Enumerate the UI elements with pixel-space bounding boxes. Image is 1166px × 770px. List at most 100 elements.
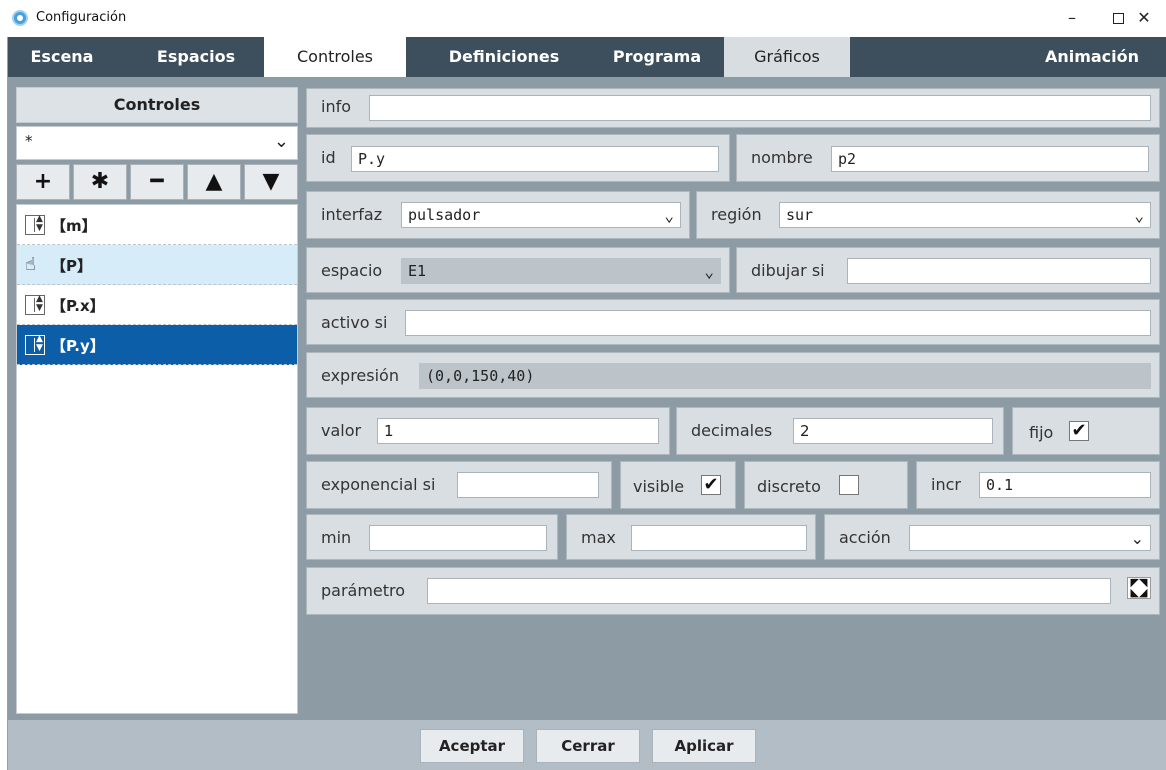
interfaz-select[interactable]: pulsador ⌄ <box>401 202 681 228</box>
list-toolbar: + ✱ ━ ▲ ▼ <box>16 164 298 200</box>
field-fijo: fijo ✔ <box>1012 407 1160 455</box>
visible-label: visible <box>633 477 685 496</box>
field-parametro: parámetro ◤◥ ◣◢ <box>306 567 1160 615</box>
chevron-down-icon: ⌄ <box>704 262 714 281</box>
dialog-footer: Aceptar Cerrar Aplicar <box>8 720 1166 770</box>
max-input[interactable] <box>631 525 807 551</box>
fijo-label: fijo <box>1029 423 1054 442</box>
activo-si-label: activo si <box>321 313 388 332</box>
list-item[interactable]: ☝ 【P】 <box>17 245 297 285</box>
duplicate-button[interactable]: ✱ <box>73 164 127 200</box>
visible-checkbox[interactable]: ✔ <box>701 475 721 495</box>
accion-label: acción <box>839 528 891 547</box>
info-input[interactable] <box>369 95 1151 121</box>
valor-input[interactable]: 1 <box>377 418 659 444</box>
info-label: info <box>321 97 352 116</box>
fijo-checkbox[interactable]: ✔ <box>1069 421 1089 441</box>
exponencial-si-label: exponencial si <box>321 475 436 494</box>
accion-select[interactable]: ⌄ <box>909 525 1151 551</box>
dibujar-si-input[interactable] <box>847 258 1151 284</box>
id-label: id <box>321 148 336 167</box>
id-input[interactable]: P.y <box>351 146 719 172</box>
filter-value: * <box>25 132 33 150</box>
field-max: max <box>566 514 816 560</box>
field-id: id P.y <box>306 134 730 182</box>
nombre-label: nombre <box>751 148 813 167</box>
tab-animacion[interactable]: Animación <box>1026 37 1158 77</box>
tab-definiciones[interactable]: Definiciones <box>424 37 584 77</box>
chevron-down-icon: ⌄ <box>273 131 289 152</box>
exponencial-si-input[interactable] <box>457 472 599 498</box>
add-button[interactable]: + <box>16 164 70 200</box>
hand-pointer-icon: ☝ <box>25 254 36 275</box>
accept-button[interactable]: Aceptar <box>420 729 524 763</box>
maximize-icon <box>1112 13 1124 24</box>
controls-header: Controles <box>16 87 298 123</box>
move-up-button[interactable]: ▲ <box>187 164 241 200</box>
incr-input[interactable]: 0.1 <box>979 472 1151 498</box>
field-dibujar-si: dibujar si <box>736 247 1160 293</box>
discreto-checkbox[interactable] <box>839 475 859 495</box>
field-exponencial-si: exponencial si <box>306 461 612 509</box>
interfaz-label: interfaz <box>321 205 383 224</box>
decimales-label: decimales <box>691 421 773 440</box>
parametro-input[interactable] <box>427 578 1111 604</box>
expand-icon[interactable]: ◤◥ ◣◢ <box>1127 577 1151 599</box>
tab-escena[interactable]: Escena <box>8 37 116 77</box>
chevron-down-icon: ⌄ <box>664 206 674 225</box>
close-button[interactable]: Cerrar <box>536 729 640 763</box>
list-item-label: 【P.x】 <box>51 297 105 315</box>
field-info: info <box>306 88 1160 128</box>
field-decimales: decimales 2 <box>676 407 1004 455</box>
list-item-label: 【m】 <box>51 217 97 235</box>
tab-controles[interactable]: Controles <box>264 37 406 77</box>
min-label: min <box>321 528 352 547</box>
app-icon <box>12 10 28 26</box>
remove-button[interactable]: ━ <box>130 164 184 200</box>
field-nombre: nombre p2 <box>736 134 1160 182</box>
field-incr: incr 0.1 <box>916 461 1160 509</box>
expresion-label: expresión <box>321 366 399 385</box>
list-item[interactable]: ▲ ▼ 【P.x】 <box>17 285 297 325</box>
field-accion: acción ⌄ <box>824 514 1160 560</box>
incr-label: incr <box>931 475 961 494</box>
dibujar-si-label: dibujar si <box>751 261 825 280</box>
min-input[interactable] <box>369 525 547 551</box>
region-value: sur <box>786 206 814 224</box>
spinner-icon: ▲ ▼ <box>25 335 45 355</box>
chevron-down-icon: ⌄ <box>1130 529 1144 548</box>
window-title: Configuración <box>36 10 127 25</box>
region-label: región <box>711 205 762 224</box>
apply-button[interactable]: Aplicar <box>652 729 756 763</box>
list-item-label: 【P.y】 <box>51 337 105 355</box>
field-visible: visible ✔ <box>620 461 736 509</box>
expresion-input[interactable]: (0,0,150,40) <box>419 363 1151 389</box>
field-interfaz: interfaz pulsador ⌄ <box>306 191 690 239</box>
nombre-input[interactable]: p2 <box>831 146 1149 172</box>
espacio-label: espacio <box>321 261 383 280</box>
tab-espacios[interactable]: Espacios <box>134 37 258 77</box>
chevron-down-icon: ⌄ <box>1134 206 1144 225</box>
field-discreto: discreto <box>744 461 908 509</box>
discreto-label: discreto <box>757 477 821 496</box>
tab-programa[interactable]: Programa <box>594 37 720 77</box>
move-down-button[interactable]: ▼ <box>244 164 298 200</box>
interfaz-value: pulsador <box>408 206 481 224</box>
activo-si-input[interactable] <box>405 310 1151 336</box>
spinner-icon: ▲ ▼ <box>25 295 45 315</box>
field-valor: valor 1 <box>306 407 670 455</box>
decimales-input[interactable]: 2 <box>793 418 993 444</box>
list-item[interactable]: ▲ ▼ 【m】 <box>17 205 297 245</box>
filter-select[interactable]: * ⌄ <box>16 126 298 160</box>
minimize-button[interactable]: – <box>1052 4 1092 32</box>
field-region: región sur ⌄ <box>696 191 1160 239</box>
controls-list: ▲ ▼ 【m】 ☝ 【P】 ▲ ▼ 【P.x】 ▲ ▼ 【P.y】 <box>16 204 298 714</box>
espacio-select[interactable]: E1 ⌄ <box>401 258 721 284</box>
region-select[interactable]: sur ⌄ <box>779 202 1151 228</box>
close-window-button[interactable]: ✕ <box>1124 4 1164 32</box>
window-left-edge <box>0 37 8 770</box>
tab-graficos[interactable]: Gráficos <box>724 37 850 77</box>
espacio-value: E1 <box>408 262 427 280</box>
field-min: min <box>306 514 558 560</box>
list-item-selected[interactable]: ▲ ▼ 【P.y】 <box>17 325 297 365</box>
